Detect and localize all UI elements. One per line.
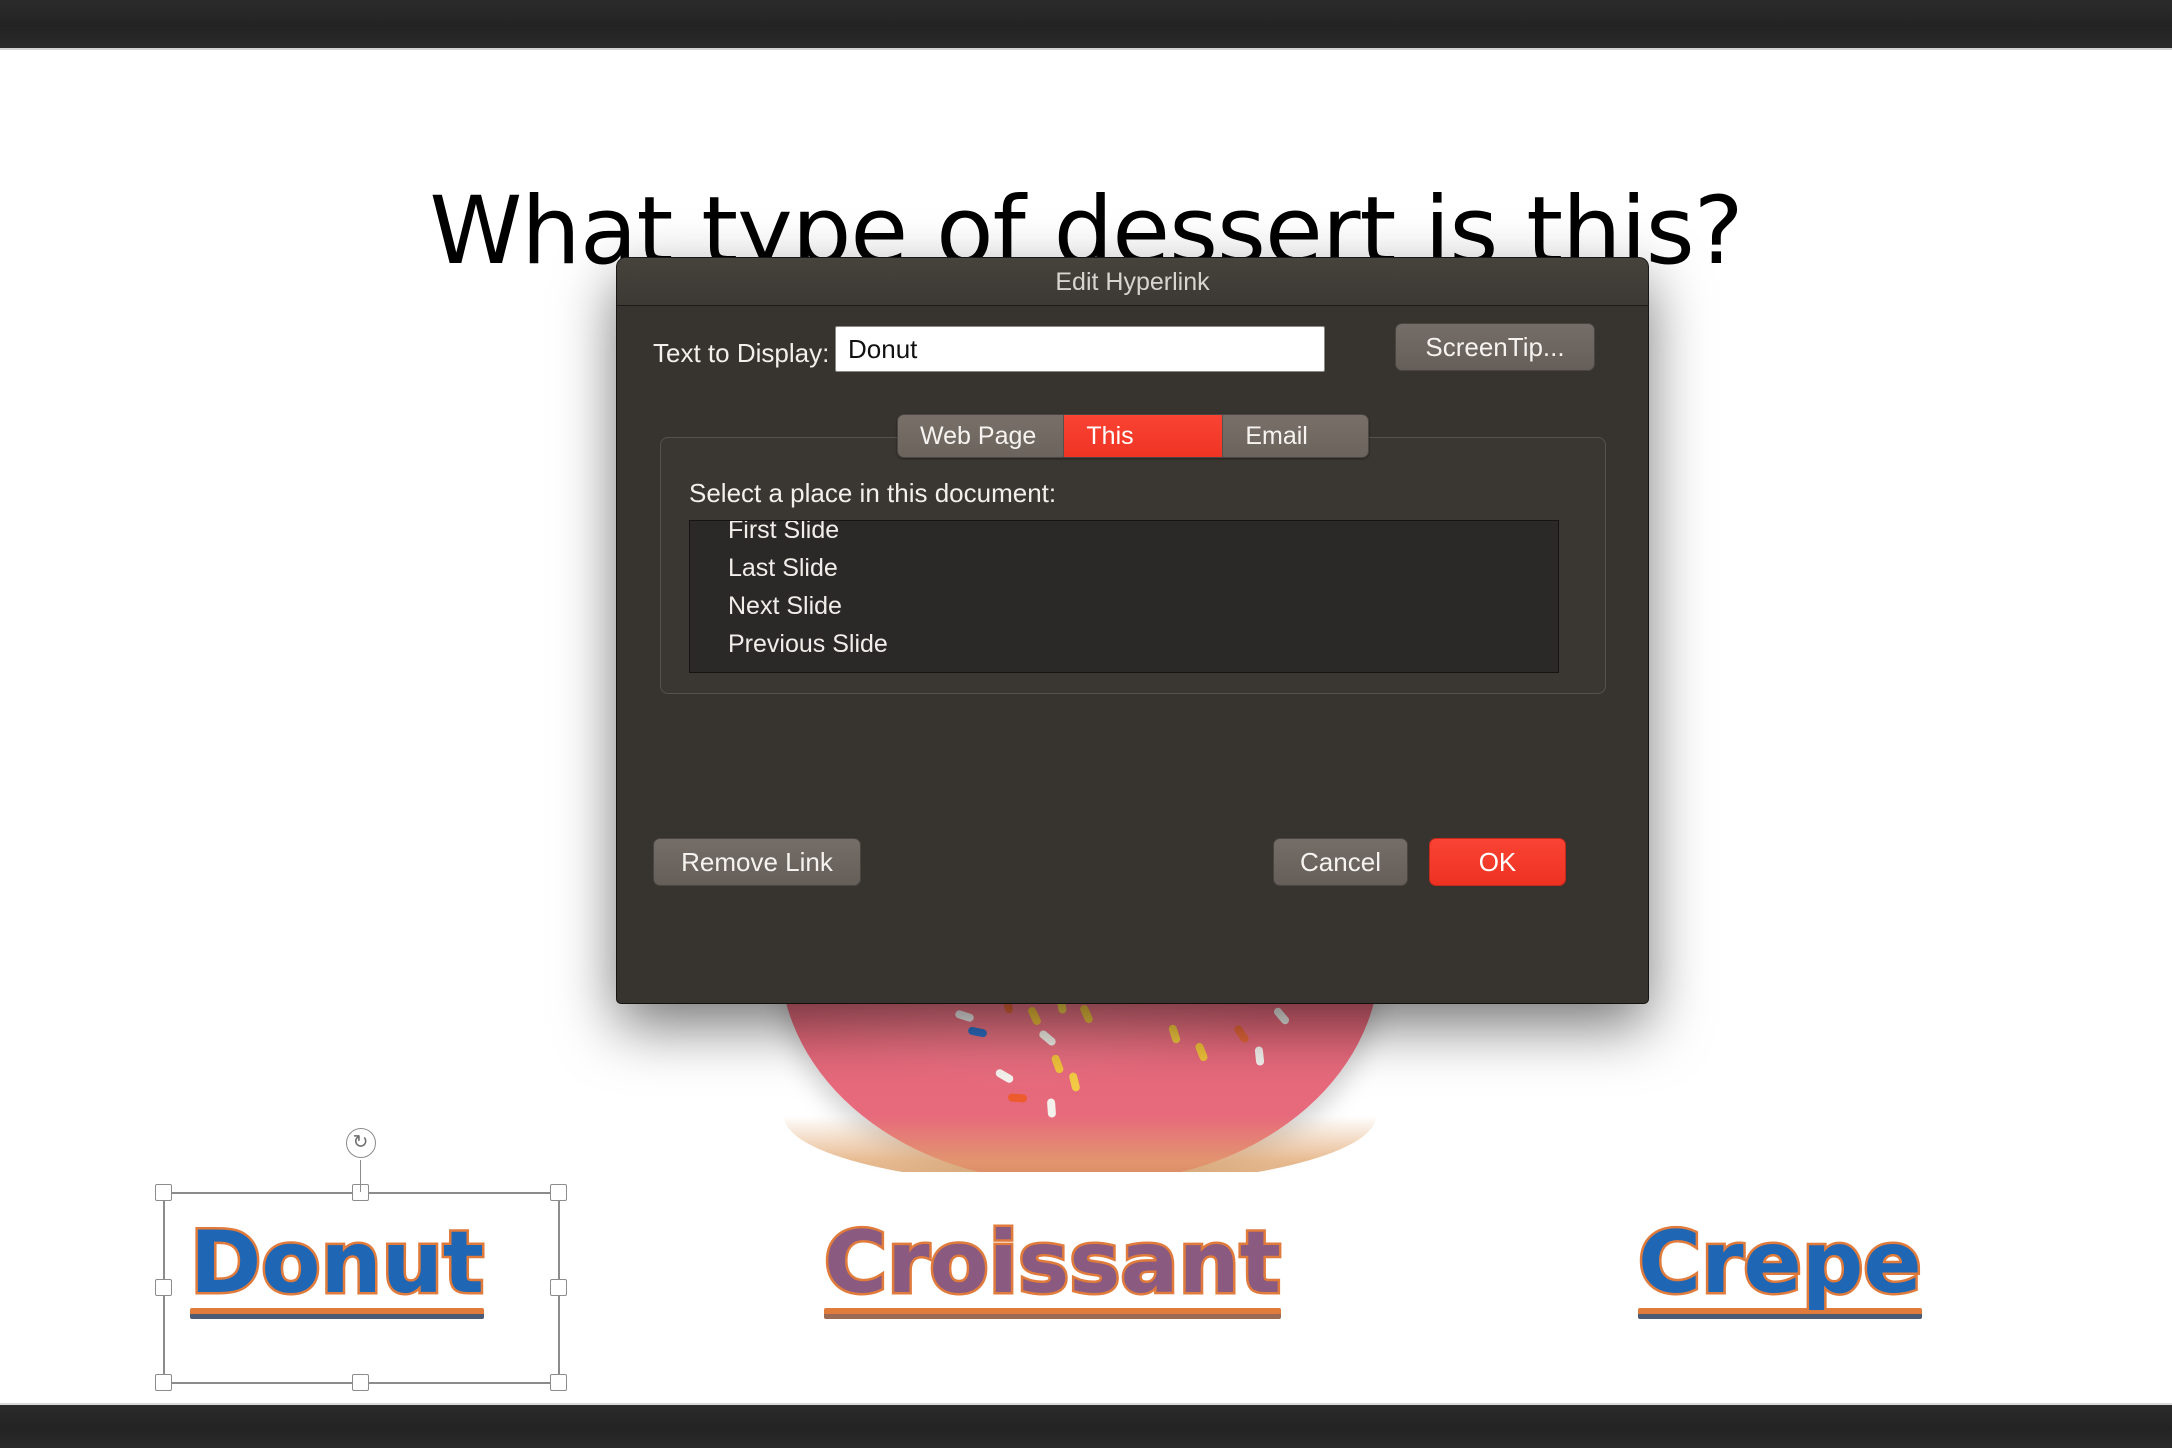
answer-label: Crepe: [1636, 1213, 1925, 1313]
presenter-top-bar: [0, 0, 2172, 50]
list-item-label: First Slide: [728, 520, 840, 544]
list-item[interactable]: Last Slide: [690, 549, 1558, 587]
answer-link-croissant[interactable]: Croissant: [822, 1213, 1284, 1319]
resize-handle-bottom-right[interactable]: [549, 1373, 567, 1391]
presenter-bottom-bar: [0, 1403, 2172, 1448]
donut-dough-edge: [784, 1116, 1376, 1172]
resize-handle-middle-right[interactable]: [549, 1278, 567, 1296]
rotate-handle-stem: [359, 1160, 362, 1192]
text-to-display-label: Text to Display:: [653, 338, 830, 368]
dialog-footer: Remove Link Cancel OK: [617, 838, 1648, 908]
rotate-handle-icon[interactable]: ↻: [345, 1128, 376, 1158]
list-item-label: Slide Titles: [729, 668, 850, 672]
screentip-button[interactable]: ScreenTip...: [1395, 323, 1595, 371]
list-item[interactable]: Next Slide: [690, 587, 1558, 625]
tab-email-address[interactable]: Email Address: [1223, 415, 1368, 457]
dialog-title: Edit Hyperlink: [617, 258, 1648, 306]
link-target-panel: Web Page or File This Document Email Add…: [660, 414, 1606, 694]
text-to-display-row: Text to Display: Donut ScreenTip...: [617, 323, 1648, 382]
resize-handle-top-left[interactable]: [154, 1183, 172, 1201]
cancel-button[interactable]: Cancel: [1273, 838, 1408, 886]
select-place-label: Select a place in this document:: [689, 478, 1057, 508]
resize-handle-bottom-center[interactable]: [352, 1373, 369, 1391]
list-item[interactable]: Previous Slide: [690, 625, 1558, 663]
answer-label: Croissant: [822, 1213, 1284, 1313]
list-item-label: Last Slide: [728, 554, 838, 582]
place-listbox[interactable]: First Slide Last Slide Next Slide Previo…: [689, 520, 1559, 673]
remove-link-button[interactable]: Remove Link: [653, 838, 861, 886]
list-item-label: Next Slide: [728, 592, 842, 620]
resize-handle-middle-left[interactable]: [154, 1278, 172, 1296]
list-item-slide-titles[interactable]: ▼ Slide Titles: [690, 663, 1558, 672]
ok-button[interactable]: OK: [1429, 838, 1566, 886]
link-type-tabs: Web Page or File This Document Email Add…: [897, 414, 1369, 458]
tab-this-document[interactable]: This Document: [1064, 415, 1224, 457]
disclosure-triangle-icon[interactable]: ▼: [706, 664, 723, 672]
list-item-label: Previous Slide: [728, 630, 888, 658]
tab-web-page-or-file[interactable]: Web Page or File: [898, 415, 1065, 457]
selection-frame-donut: ↻: [154, 1128, 567, 1391]
answer-link-crepe[interactable]: Crepe: [1636, 1213, 1925, 1319]
resize-handle-top-right[interactable]: [549, 1183, 567, 1201]
edit-hyperlink-dialog: Edit Hyperlink Text to Display: Donut Sc…: [617, 258, 1648, 1003]
list-item[interactable]: First Slide: [690, 520, 1558, 549]
text-to-display-input[interactable]: Donut: [835, 326, 1325, 372]
listbox-scroll-content: First Slide Last Slide Next Slide Previo…: [690, 520, 1558, 672]
resize-handle-bottom-left[interactable]: [154, 1373, 172, 1391]
presentation-screen: What type of dessert is this? Donut Croi…: [0, 0, 2172, 1448]
